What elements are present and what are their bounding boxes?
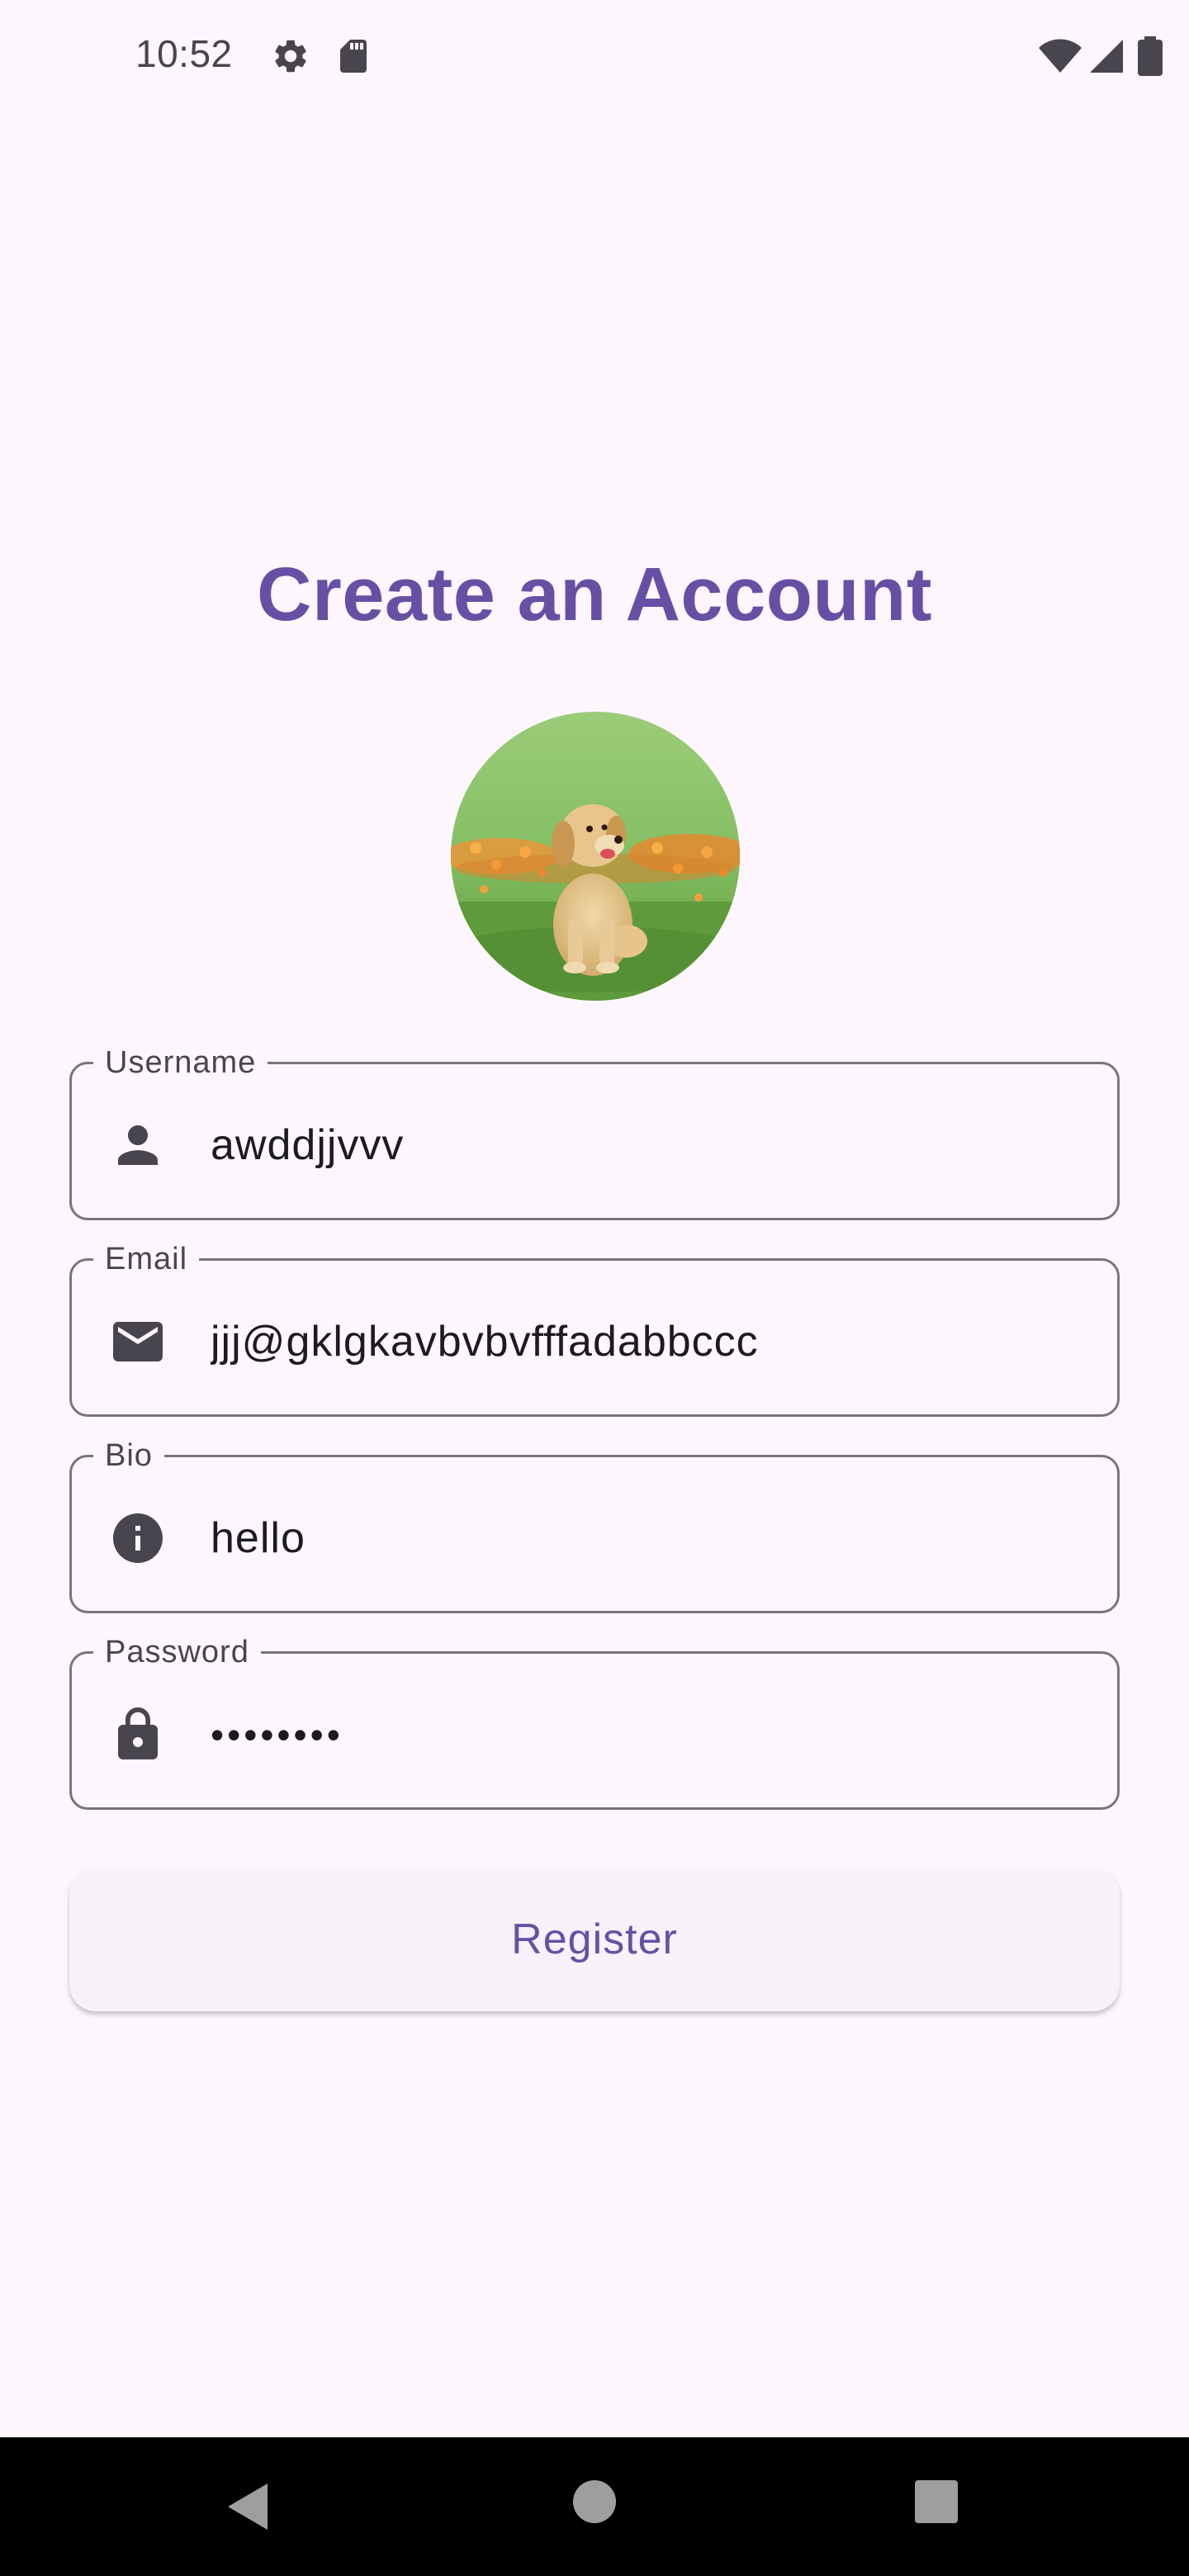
password-field[interactable]: Password •••••••• [69, 1632, 1120, 1810]
avatar[interactable] [451, 712, 740, 1001]
bio-input[interactable] [211, 1508, 1092, 1568]
signal-icon [1090, 40, 1123, 73]
email-input[interactable] [211, 1312, 1092, 1371]
register-label: Register [511, 1915, 678, 1963]
username-field[interactable]: Username [69, 1043, 1120, 1220]
lock-icon [118, 1707, 158, 1759]
avatar-image [451, 712, 740, 1001]
mail-icon [113, 1322, 163, 1361]
email-field[interactable]: Email [69, 1239, 1120, 1417]
wifi-icon [1039, 39, 1082, 73]
username-input[interactable] [211, 1115, 1092, 1175]
page-title: Create an Account [257, 552, 932, 637]
home-circle-icon[interactable] [573, 2480, 616, 2523]
password-input[interactable]: •••••••• [211, 1705, 1092, 1764]
gear-icon [275, 40, 306, 73]
person-icon [118, 1125, 158, 1165]
navigation-bar [0, 2437, 1189, 2576]
battery-icon [1138, 36, 1163, 76]
status-bar: 10:52 [0, 0, 1189, 116]
status-time: 10:52 [135, 32, 233, 75]
recents-square-icon[interactable] [915, 2480, 958, 2523]
sd-card-icon [340, 40, 367, 73]
username-label: Username [93, 1043, 268, 1082]
bio-field[interactable]: Bio [69, 1436, 1120, 1613]
password-label: Password [93, 1632, 261, 1672]
back-triangle-icon[interactable] [225, 2480, 271, 2533]
email-label: Email [93, 1239, 200, 1279]
bio-label: Bio [93, 1436, 164, 1475]
info-icon [113, 1513, 163, 1563]
register-button[interactable]: Register [69, 1868, 1120, 2011]
